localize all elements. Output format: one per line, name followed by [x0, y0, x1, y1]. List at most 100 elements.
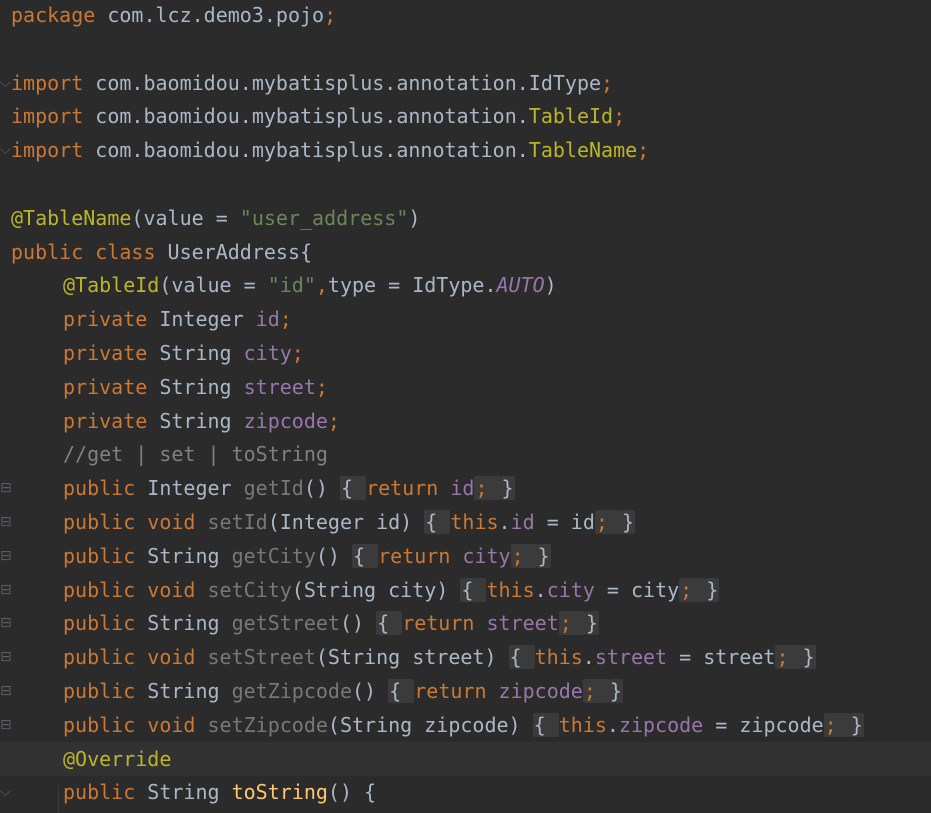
- code-token: zipcode: [618, 712, 704, 737]
- code-token: (String city): [291, 577, 461, 602]
- code-line[interactable]: ⊟ public void setZipcode(String zipcode) …: [0, 708, 931, 742]
- code-line[interactable]: public class UserAddress{: [0, 235, 931, 269]
- code-line[interactable]: @TableId(value = "id",type = IdType.AUTO…: [0, 268, 931, 302]
- code-token: private: [63, 374, 160, 399]
- code-token: (): [352, 679, 389, 703]
- code-line[interactable]: ⊟ public String getStreet() { return stre…: [0, 606, 931, 640]
- fold-icon[interactable]: ⊟: [0, 573, 12, 607]
- code-token: public: [63, 611, 148, 636]
- folded-brace: {: [388, 679, 415, 703]
- code-text: import com.baomidou.mybatisplus.annotati…: [11, 99, 625, 133]
- code-line[interactable]: ⌵ public String toString() {: [0, 775, 931, 809]
- code-line[interactable]: ⊟ public void setStreet(String street) { …: [0, 640, 931, 674]
- code-text: public String toString() {: [63, 775, 376, 809]
- folded-brace: {: [532, 712, 559, 737]
- code-text: import com.baomidou.mybatisplus.annotati…: [11, 133, 649, 167]
- code-token: import: [11, 138, 96, 163]
- code-token: public void: [63, 577, 208, 602]
- code-token: String: [159, 341, 244, 365]
- folded-brace: {: [508, 645, 535, 670]
- code-line[interactable]: [0, 167, 931, 201]
- code-token: ;: [474, 476, 501, 501]
- code-line[interactable]: @Override: [0, 741, 931, 776]
- code-line[interactable]: ⊟ public Integer getId() { return id; }: [0, 471, 931, 505]
- code-token: ;: [601, 70, 614, 95]
- code-line[interactable]: import com.baomidou.mybatisplus.annotati…: [0, 99, 931, 133]
- code-text: private String city;: [63, 336, 304, 370]
- code-token: public void: [63, 510, 208, 534]
- code-token: setCity: [207, 577, 292, 602]
- code-token: ;: [510, 543, 537, 568]
- code-text: package com.lcz.demo3.pojo;: [11, 0, 336, 32]
- fold-close-icon[interactable]: ⌵: [0, 133, 11, 167]
- indent-guide: [58, 785, 59, 813]
- code-token: ;: [679, 577, 706, 602]
- code-line[interactable]: ⊟ public void setCity(String city) { this…: [0, 573, 931, 607]
- code-token: = city: [594, 577, 680, 602]
- code-text: public String getCity() { return city; }: [63, 539, 551, 573]
- code-token: ): [408, 205, 421, 230]
- fold-icon[interactable]: ⊟: [0, 505, 12, 539]
- code-token: String: [147, 543, 232, 568]
- code-token: = street: [667, 645, 776, 670]
- fold-open-icon[interactable]: ⌵: [0, 66, 11, 100]
- fold-icon[interactable]: ⊟: [0, 708, 12, 742]
- code-token: com.lcz.demo3.pojo: [107, 3, 325, 27]
- folded-brace: {: [424, 510, 451, 534]
- folded-brace: {: [460, 577, 487, 602]
- folded-brace: }: [608, 679, 623, 703]
- fold-icon[interactable]: ⊟: [0, 640, 12, 674]
- code-token: this: [558, 712, 607, 737]
- code-token: String: [159, 374, 244, 399]
- code-text: import com.baomidou.mybatisplus.annotati…: [11, 66, 613, 100]
- code-line[interactable]: package com.lcz.demo3.pojo;: [0, 0, 931, 32]
- code-token: city: [462, 543, 511, 568]
- code-line[interactable]: //get | set | toString: [0, 437, 931, 471]
- code-token: ;: [594, 510, 621, 534]
- code-token: ;: [315, 374, 328, 399]
- code-token: String: [147, 679, 232, 703]
- code-token: Integer: [147, 476, 244, 501]
- code-line[interactable]: private String zipcode;: [0, 404, 931, 438]
- code-token: id: [510, 510, 535, 534]
- code-token: = id: [534, 510, 595, 534]
- fold-icon[interactable]: ⊟: [0, 471, 12, 505]
- folded-brace: }: [620, 510, 636, 534]
- code-token: zipcode: [498, 679, 583, 703]
- code-token: com.baomidou.mybatisplus.annotation.IdTy…: [95, 70, 602, 95]
- code-token: getZipcode: [231, 679, 353, 703]
- code-line[interactable]: private String street;: [0, 370, 931, 404]
- code-token: ,: [315, 273, 328, 298]
- folded-brace: }: [584, 611, 599, 636]
- code-token: "user_address": [239, 205, 409, 230]
- fold-open-icon[interactable]: ⌵: [0, 775, 11, 809]
- folded-brace: }: [705, 577, 720, 602]
- code-line[interactable]: private String city;: [0, 336, 931, 370]
- code-text: public class UserAddress{: [11, 235, 312, 269]
- code-token: toString: [231, 780, 328, 805]
- code-line[interactable]: ⊟ public String getZipcode() { return zip…: [0, 674, 931, 708]
- code-token: street: [243, 374, 316, 399]
- fold-icon[interactable]: ⊟: [0, 606, 12, 640]
- code-token: type = IdType.: [327, 273, 497, 298]
- code-line[interactable]: private Integer id;: [0, 302, 931, 336]
- code-token: @Override: [63, 746, 172, 771]
- code-line[interactable]: ⌵ import com.baomidou.mybatisplus.annotat…: [0, 133, 931, 167]
- code-line[interactable]: @TableName(value = "user_address"): [0, 201, 931, 235]
- code-line[interactable]: ⊟ public void setId(Integer id) { this.id…: [0, 505, 931, 539]
- code-line[interactable]: ⌵ import com.baomidou.mybatisplus.annotat…: [0, 66, 931, 100]
- code-token: //get | set | toString: [63, 442, 328, 467]
- code-editor[interactable]: package com.lcz.demo3.pojo; ⌵ import com.b…: [0, 0, 931, 813]
- fold-icon[interactable]: ⊟: [0, 674, 12, 708]
- code-token: Integer: [159, 307, 256, 332]
- code-token: public class: [11, 239, 168, 264]
- code-token: return: [378, 543, 463, 568]
- code-token: String: [159, 408, 244, 433]
- code-text: public String getStreet() { return stree…: [63, 606, 599, 640]
- code-token: ): [544, 273, 557, 298]
- code-token: city: [546, 577, 595, 602]
- code-line[interactable]: ⊟ public String getCity() { return city; …: [0, 539, 931, 573]
- code-line[interactable]: [0, 32, 931, 66]
- fold-icon[interactable]: ⊟: [0, 539, 12, 573]
- code-token: (): [303, 476, 340, 501]
